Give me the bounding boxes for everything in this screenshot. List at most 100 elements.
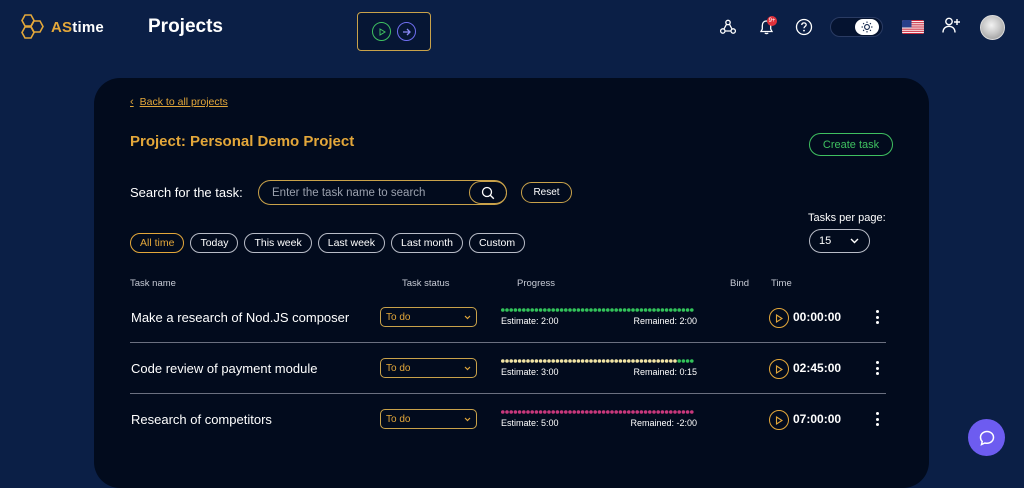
- start-task-timer-button[interactable]: [769, 359, 789, 379]
- progress-dot: [606, 308, 610, 312]
- progress-dot: [564, 308, 568, 312]
- search-icon: [481, 186, 495, 199]
- progress-dot: [643, 308, 648, 312]
- more-options-icon[interactable]: [873, 410, 881, 428]
- progress-dot: [614, 308, 618, 312]
- estimate-label: Estimate: 2:00: [501, 316, 559, 326]
- progress-dot: [593, 410, 597, 414]
- task-status-select[interactable]: To do: [380, 409, 477, 429]
- search-input[interactable]: [259, 181, 469, 204]
- chevron-down-icon: [464, 315, 471, 319]
- filter-last-week[interactable]: Last week: [317, 233, 386, 253]
- progress-dot: [576, 359, 581, 363]
- help-icon: [795, 18, 813, 36]
- progress-dot: [534, 308, 539, 312]
- period-filters: All time Today This week Last week Last …: [130, 233, 526, 253]
- progress-dot: [530, 359, 534, 363]
- progress-dot: [501, 359, 505, 363]
- progress-dot: [589, 308, 593, 312]
- progress-dot: [526, 359, 530, 363]
- progress-dot: [509, 359, 513, 363]
- progress-dot: [614, 410, 618, 414]
- progress-dot: [610, 308, 614, 312]
- progress-dot: [538, 308, 543, 312]
- task-name[interactable]: Research of competitors: [131, 412, 272, 427]
- back-link-label: Back to all projects: [139, 96, 228, 108]
- reset-button[interactable]: Reset: [521, 182, 572, 203]
- progress-dot: [656, 359, 660, 363]
- progress-dot: [568, 308, 572, 312]
- page-title: Projects: [148, 16, 223, 37]
- logo-hexagons-icon: [21, 14, 44, 39]
- filter-today[interactable]: Today: [190, 233, 239, 253]
- progress-dot: [543, 410, 547, 414]
- start-task-timer-button[interactable]: [769, 308, 789, 328]
- progress-dot: [681, 410, 686, 414]
- row-divider: [130, 342, 886, 343]
- task-status-select[interactable]: To do: [380, 358, 477, 378]
- chevron-down-icon: [464, 417, 471, 421]
- progress-dot: [664, 410, 669, 414]
- progress-dot: [559, 308, 564, 312]
- task-name[interactable]: Make a research of Nod.JS composer: [131, 310, 349, 325]
- progress-dot: [677, 410, 681, 414]
- progress-dot: [618, 308, 623, 312]
- support-chat-button[interactable]: [968, 419, 1005, 456]
- timer-widget: [357, 12, 431, 51]
- project-panel: ‹ Back to all projects Project: Personal…: [94, 78, 929, 488]
- progress-dot: [622, 308, 627, 312]
- start-timer-button[interactable]: [372, 22, 391, 41]
- more-options-icon[interactable]: [873, 308, 881, 326]
- progress-dot: [551, 359, 555, 363]
- progress-dot: [597, 308, 602, 312]
- header-progress: Progress: [517, 278, 556, 289]
- add-user-button[interactable]: [941, 15, 961, 40]
- progress: Estimate: 3:00 Remained: 0:15: [501, 358, 697, 377]
- app-logo[interactable]: AStime: [16, 12, 104, 42]
- progress-dot: [652, 359, 656, 363]
- chevron-left-icon: ‹: [130, 96, 134, 108]
- more-options-icon[interactable]: [873, 359, 881, 377]
- avatar[interactable]: [980, 15, 1005, 40]
- help-button[interactable]: [792, 14, 816, 40]
- go-button[interactable]: [397, 22, 416, 41]
- progress: Estimate: 2:00 Remained: 2:00: [501, 307, 697, 326]
- progress-dot: [572, 359, 576, 363]
- tasks-per-page-select[interactable]: 15: [809, 229, 870, 253]
- filter-last-month[interactable]: Last month: [391, 233, 463, 253]
- theme-toggle[interactable]: [830, 17, 883, 37]
- progress-dot: [505, 308, 509, 312]
- play-icon: [775, 415, 783, 425]
- progress-dot: [522, 359, 526, 363]
- row-divider: [130, 393, 886, 394]
- play-icon: [775, 364, 783, 374]
- progress-dot: [555, 359, 560, 363]
- progress-dot: [517, 308, 522, 312]
- team-button[interactable]: [716, 14, 740, 40]
- progress-dot: [589, 359, 593, 363]
- create-task-button[interactable]: Create task: [809, 133, 893, 156]
- us-flag-icon[interactable]: [902, 20, 924, 34]
- progress-dot: [534, 410, 539, 414]
- progress-dot: [513, 359, 518, 363]
- progress-dot: [585, 410, 589, 414]
- back-to-projects-link[interactable]: ‹ Back to all projects: [130, 96, 228, 108]
- progress-dot: [543, 308, 547, 312]
- progress-dot: [564, 410, 568, 414]
- estimate-label: Estimate: 3:00: [501, 367, 559, 377]
- filter-custom[interactable]: Custom: [468, 233, 526, 253]
- task-status-select[interactable]: To do: [380, 307, 477, 327]
- progress-dot: [580, 410, 585, 414]
- start-task-timer-button[interactable]: [769, 410, 789, 430]
- progress-dot: [580, 359, 585, 363]
- task-time: 00:00:00: [793, 310, 842, 324]
- add-user-icon: [942, 17, 960, 33]
- filter-this-week[interactable]: This week: [244, 233, 312, 253]
- task-name[interactable]: Code review of payment module: [131, 361, 317, 376]
- search-button[interactable]: [469, 181, 507, 204]
- notifications-button[interactable]: 9+: [754, 14, 778, 40]
- filter-all-time[interactable]: All time: [130, 233, 185, 253]
- progress-dot: [610, 410, 614, 414]
- task-status-value: To do: [386, 311, 411, 323]
- progress-dot: [652, 410, 656, 414]
